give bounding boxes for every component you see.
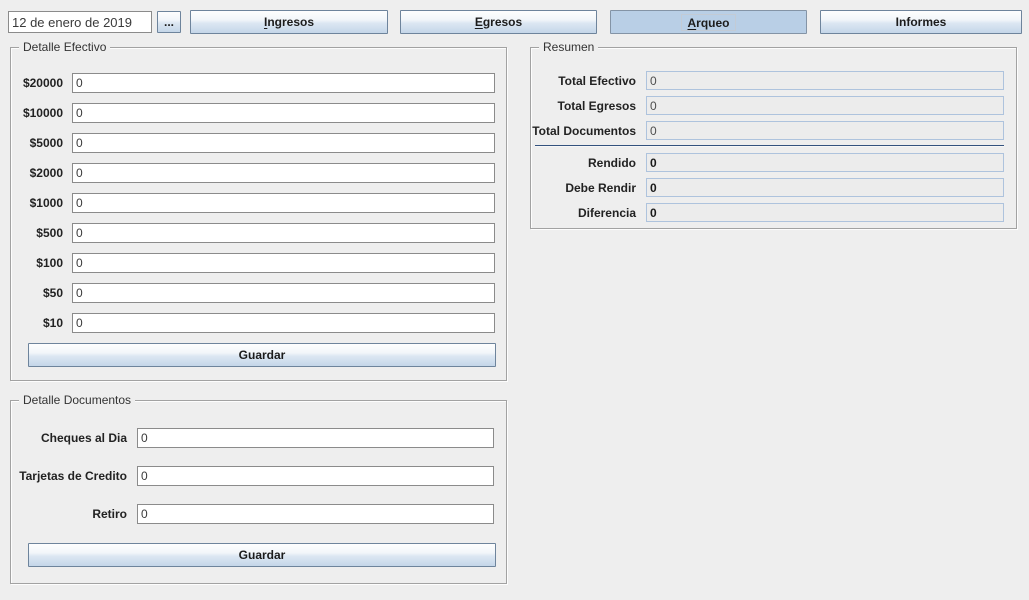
summary-label: Total Efectivo: [531, 74, 636, 88]
resumen-group: Resumen Total Efectivo Total Egresos Tot…: [530, 47, 1017, 229]
denomination-row: $20000: [11, 73, 506, 93]
summary-label: Debe Rendir: [531, 181, 636, 195]
summary-label: Total Documentos: [531, 124, 636, 138]
summary-row: Rendido: [531, 153, 1016, 172]
detalle-efectivo-group: Detalle Efectivo $20000 $10000 $5000 $20…: [10, 47, 507, 381]
arqueo-window: { "topbar": { "date_value": "12 de enero…: [0, 0, 1029, 600]
cheques-al-dia-input[interactable]: [137, 428, 494, 448]
tab-informes-label: Informes: [896, 15, 947, 29]
tab-ingresos-label: ngresos: [267, 15, 314, 29]
summary-label: Rendido: [531, 156, 636, 170]
summary-label: Diferencia: [531, 206, 636, 220]
denomination-label: $10: [11, 316, 63, 330]
denomination-label: $500: [11, 226, 63, 240]
denomination-label: $1000: [11, 196, 63, 210]
tab-informes[interactable]: Informes: [820, 10, 1022, 34]
denomination-row: $10000: [11, 103, 506, 123]
total-egresos-field: [646, 96, 1004, 115]
denomination-row: $2000: [11, 163, 506, 183]
summary-row: Total Egresos: [531, 96, 1016, 115]
save-documentos-button[interactable]: Guardar: [28, 543, 496, 567]
document-row: Cheques al Dia: [11, 428, 506, 448]
save-efectivo-button[interactable]: Guardar: [28, 343, 496, 367]
denomination-input-100[interactable]: [72, 253, 495, 273]
denomination-row: $100: [11, 253, 506, 273]
tab-egresos[interactable]: Egresos: [400, 10, 597, 34]
denomination-input-10[interactable]: [72, 313, 495, 333]
resumen-title: Resumen: [539, 40, 598, 55]
denomination-row: $10: [11, 313, 506, 333]
denomination-row: $1000: [11, 193, 506, 213]
denomination-row: $5000: [11, 133, 506, 153]
summary-row: Total Documentos: [531, 121, 1016, 140]
debe-rendir-field: [646, 178, 1004, 197]
denomination-input-500[interactable]: [72, 223, 495, 243]
detalle-documentos-group: Detalle Documentos Cheques al Dia Tarjet…: [10, 400, 507, 584]
tab-arqueo-mnemonic: A: [687, 16, 696, 30]
detalle-efectivo-title: Detalle Efectivo: [19, 40, 110, 55]
document-label: Retiro: [11, 507, 127, 521]
tab-arqueo-focus-ring: Arqueo: [681, 14, 735, 31]
denomination-label: $50: [11, 286, 63, 300]
denomination-row: $500: [11, 223, 506, 243]
denomination-input-1000[interactable]: [72, 193, 495, 213]
diferencia-field: [646, 203, 1004, 222]
denomination-label: $100: [11, 256, 63, 270]
document-label: Cheques al Dia: [11, 431, 127, 445]
detalle-documentos-title: Detalle Documentos: [19, 393, 135, 408]
tab-ingresos[interactable]: Ingresos: [190, 10, 388, 34]
denomination-label: $10000: [11, 106, 63, 120]
summary-separator: [535, 145, 1004, 147]
summary-row: Diferencia: [531, 203, 1016, 222]
denomination-input-20000[interactable]: [72, 73, 495, 93]
document-row: Tarjetas de Credito: [11, 466, 506, 486]
document-label: Tarjetas de Credito: [11, 469, 127, 483]
tab-arqueo[interactable]: Arqueo: [610, 10, 807, 34]
tab-arqueo-label: rqueo: [696, 16, 729, 30]
tab-egresos-mnemonic: E: [475, 15, 483, 29]
denomination-row: $50: [11, 283, 506, 303]
summary-label: Total Egresos: [531, 99, 636, 113]
denomination-label: $20000: [11, 76, 63, 90]
document-row: Retiro: [11, 504, 506, 524]
tab-egresos-label: gresos: [483, 15, 522, 29]
tarjetas-de-credito-input[interactable]: [137, 466, 494, 486]
total-efectivo-field: [646, 71, 1004, 90]
denomination-label: $5000: [11, 136, 63, 150]
rendido-field: [646, 153, 1004, 172]
denomination-input-10000[interactable]: [72, 103, 495, 123]
summary-row: Total Efectivo: [531, 71, 1016, 90]
denomination-input-50[interactable]: [72, 283, 495, 303]
denomination-input-2000[interactable]: [72, 163, 495, 183]
summary-row: Debe Rendir: [531, 178, 1016, 197]
denomination-input-5000[interactable]: [72, 133, 495, 153]
denomination-label: $2000: [11, 166, 63, 180]
retiro-input[interactable]: [137, 504, 494, 524]
date-picker-button[interactable]: ...: [157, 11, 181, 33]
total-documentos-field: [646, 121, 1004, 140]
date-input[interactable]: [8, 11, 152, 33]
